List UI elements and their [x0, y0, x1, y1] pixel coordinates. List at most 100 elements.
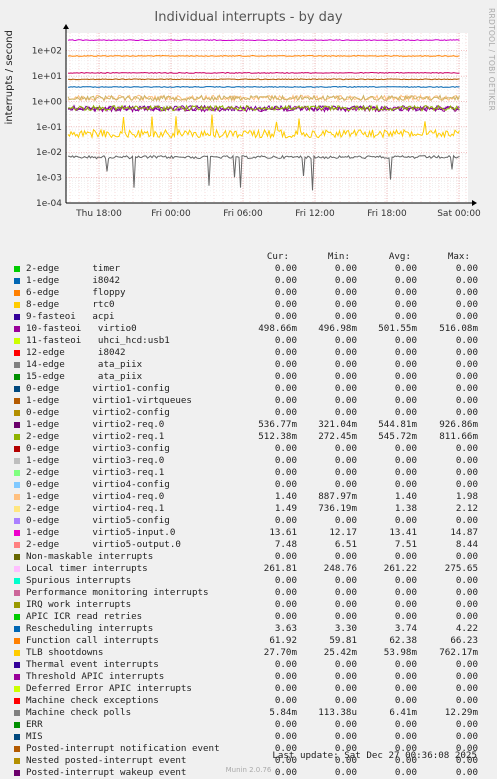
legend-avg-value: 7.51 — [394, 539, 417, 550]
legend-max-value: 8.44 — [455, 539, 478, 550]
legend-swatch — [14, 566, 20, 572]
legend-row: 12-edge i8042 0.00 0.00 0.00 0.00 — [0, 347, 497, 359]
legend-min-value: 0.00 — [334, 551, 357, 562]
legend-max-value: 0.00 — [455, 611, 478, 622]
legend-cur-value: 536.77m — [258, 419, 297, 430]
legend-avg-value: 0.00 — [394, 311, 417, 322]
legend-max-value: 0.00 — [455, 335, 478, 346]
legend-cur-value: 0.00 — [274, 335, 297, 346]
legend-avg-value: 0.00 — [394, 287, 417, 298]
legend-cur-value: 0.00 — [274, 443, 297, 454]
legend-label: 2-edge virtio3-req.1 — [26, 467, 165, 478]
legend-min-value: 0.00 — [334, 731, 357, 742]
legend-row: 2-edge virtio3-req.1 0.00 0.00 0.00 0.00 — [0, 467, 497, 479]
legend-cur-value: 0.00 — [274, 719, 297, 730]
legend-avg-value: 544.81m — [378, 419, 417, 430]
legend-label: 0-edge virtio3-config — [26, 443, 170, 454]
legend-avg-value: 545.72m — [378, 431, 417, 442]
legend-swatch — [14, 434, 20, 440]
legend-max-value: 0.00 — [455, 515, 478, 526]
legend-swatch — [14, 650, 20, 656]
legend-cur-value: 0.00 — [274, 599, 297, 610]
legend-min-value: 12.17 — [329, 527, 357, 538]
legend-label: 8-edge rtc0 — [26, 299, 115, 310]
legend-min-value: 6.51 — [334, 539, 357, 550]
legend-max-value: 0.00 — [455, 659, 478, 670]
legend-swatch — [14, 602, 20, 608]
x-tick-label: Fri 00:00 — [151, 209, 191, 219]
legend: 2-edge timer 0.00 0.00 0.00 0.00 1-edge i8042… — [0, 263, 497, 779]
legend-label: Function call interrupts — [26, 635, 159, 646]
legend-row: Deferred Error APIC interrupts 0.00 0.00 0.… — [0, 683, 497, 695]
legend-swatch — [14, 302, 20, 308]
legend-swatch — [14, 482, 20, 488]
legend-label: 0-edge virtio5-config — [26, 515, 170, 526]
legend-row: 9-fasteoi acpi 0.00 0.00 0.00 0.00 — [0, 311, 497, 323]
legend-label: Local timer interrupts — [26, 563, 148, 574]
legend-avg-value: 0.00 — [394, 731, 417, 742]
legend-label: 2-edge virtio2-req.1 — [26, 431, 165, 442]
legend-label: MIS — [26, 731, 43, 742]
legend-avg-value: 0.00 — [394, 347, 417, 358]
legend-cur-value: 1.49 — [274, 503, 297, 514]
legend-label: 0-edge virtio4-config — [26, 479, 170, 490]
legend-min-value: 0.00 — [334, 587, 357, 598]
y-tick-label: 1e-03 — [36, 174, 62, 184]
legend-label: 0-edge virtio2-config — [26, 407, 170, 418]
legend-swatch — [14, 314, 20, 320]
legend-max-value: 0.00 — [455, 275, 478, 286]
legend-cur-value: 0.00 — [274, 395, 297, 406]
legend-row: MIS 0.00 0.00 0.00 0.00 — [0, 731, 497, 743]
legend-row: 0-edge virtio4-config 0.00 0.00 0.00 0.00 — [0, 479, 497, 491]
legend-max-value: 1.98 — [455, 491, 478, 502]
legend-row: APIC ICR read retries 0.00 0.00 0.00 0.00 — [0, 611, 497, 623]
legend-min-value: 0.00 — [334, 515, 357, 526]
legend-row: 8-edge rtc0 0.00 0.00 0.00 0.00 — [0, 299, 497, 311]
last-update: Last update: Sat Dec 27 00:36:08 2025 — [272, 750, 477, 761]
legend-header-max: Max: — [447, 251, 470, 262]
legend-min-value: 113.38u — [318, 707, 357, 718]
legend-min-value: 0.00 — [334, 611, 357, 622]
legend-avg-value: 1.38 — [394, 503, 417, 514]
legend-max-value: 0.00 — [455, 575, 478, 586]
legend-cur-value: 0.00 — [274, 575, 297, 586]
legend-row: Threshold APIC interrupts 0.00 0.00 0.00 0.0… — [0, 671, 497, 683]
legend-row: IRQ work interrupts 0.00 0.00 0.00 0.00 — [0, 599, 497, 611]
legend-min-value: 0.00 — [334, 455, 357, 466]
legend-row: 1-edge i8042 0.00 0.00 0.00 0.00 — [0, 275, 497, 287]
y-tick-label: 1e+01 — [32, 72, 62, 82]
legend-max-value: 0.00 — [455, 599, 478, 610]
legend-min-value: 0.00 — [334, 599, 357, 610]
legend-cur-value: 0.00 — [274, 383, 297, 394]
legend-label: IRQ work interrupts — [26, 599, 132, 610]
x-axis-arrow — [472, 200, 477, 206]
legend-row: 0-edge virtio3-config 0.00 0.00 0.00 0.00 — [0, 443, 497, 455]
legend-cur-value: 61.92 — [269, 635, 297, 646]
legend-swatch — [14, 710, 20, 716]
legend-label: Threshold APIC interrupts — [26, 671, 165, 682]
legend-label: APIC ICR read retries — [26, 611, 143, 622]
legend-min-value: 0.00 — [334, 659, 357, 670]
legend-avg-value: 0.00 — [394, 407, 417, 418]
legend-max-value: 0.00 — [455, 443, 478, 454]
legend-max-value: 926.86m — [439, 419, 478, 430]
legend-min-value: 0.00 — [334, 275, 357, 286]
legend-avg-value: 0.00 — [394, 275, 417, 286]
legend-max-value: 0.00 — [455, 287, 478, 298]
legend-max-value: 0.00 — [455, 311, 478, 322]
legend-avg-value: 0.00 — [394, 263, 417, 274]
legend-row: 0-edge virtio5-config 0.00 0.00 0.00 0.00 — [0, 515, 497, 527]
legend-min-value: 0.00 — [334, 479, 357, 490]
legend-swatch — [14, 674, 20, 680]
legend-header-avg: Avg: — [388, 251, 411, 262]
legend-label: Spurious interrupts — [26, 575, 132, 586]
legend-swatch — [14, 398, 20, 404]
legend-cur-value: 498.66m — [258, 323, 297, 334]
legend-max-value: 811.66m — [439, 431, 478, 442]
legend-min-value: 0.00 — [334, 719, 357, 730]
legend-cur-value: 27.70m — [263, 647, 297, 658]
legend-label: Machine check polls — [26, 707, 132, 718]
legend-cur-value: 0.00 — [274, 275, 297, 286]
y-tick-label: 1e+02 — [32, 47, 62, 57]
legend-swatch — [14, 290, 20, 296]
